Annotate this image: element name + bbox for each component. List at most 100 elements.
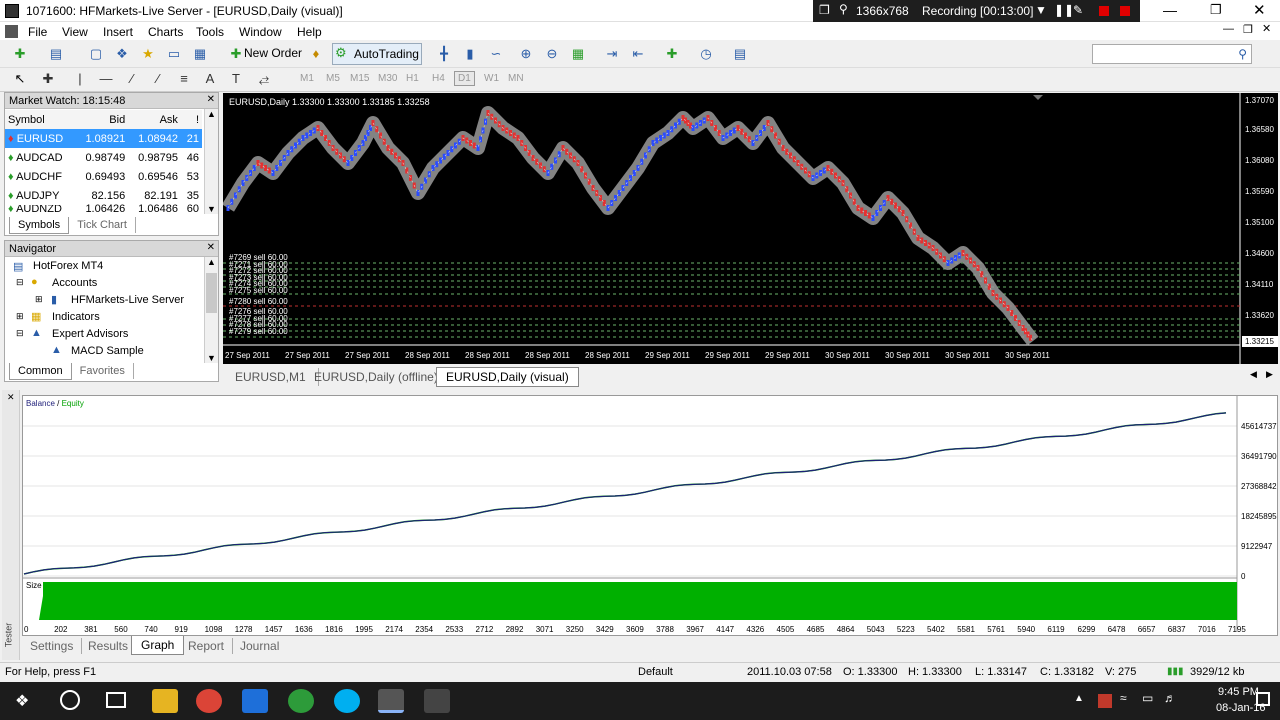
task-view-icon[interactable] [106, 692, 126, 708]
menu-insert[interactable]: Insert [103, 23, 133, 39]
skype-icon[interactable] [334, 689, 360, 713]
terminal-icon[interactable]: ▭ [164, 44, 184, 64]
menu-help[interactable]: Help [297, 23, 322, 39]
navigator-scrollbar[interactable]: ▲ ▼ [204, 257, 218, 363]
search-icon[interactable]: ⚲ [1238, 47, 1247, 61]
menu-view[interactable]: View [62, 23, 88, 39]
col-bid[interactable]: Bid [75, 110, 128, 129]
scroll-thumb[interactable] [206, 273, 217, 313]
recorder-pause-icon[interactable]: ❚❚ [1054, 3, 1074, 17]
navigator-icon[interactable]: ★ [138, 44, 158, 64]
metaeditor-icon[interactable]: ♦ [306, 44, 326, 64]
nav-hotforex[interactable]: HotForex MT4 [33, 260, 103, 272]
timeframe-mn[interactable]: MN [508, 73, 524, 84]
tab-favorites[interactable]: Favorites [72, 363, 134, 379]
scroll-down-icon[interactable]: ▼ [207, 353, 216, 363]
zoom-in-icon[interactable]: ⊕ [516, 44, 536, 64]
wifi-icon[interactable]: ≈ [1120, 691, 1127, 705]
timeframe-m15[interactable]: M15 [350, 73, 369, 84]
nav-macd-sample[interactable]: MACD Sample [71, 345, 144, 357]
templates-icon[interactable]: ▤ [730, 44, 750, 64]
data-window-icon[interactable]: ❖ [112, 44, 132, 64]
recorder-search-icon[interactable]: ⚲ [839, 2, 848, 16]
text-icon[interactable]: A [200, 69, 220, 89]
tab-tick-chart[interactable]: Tick Chart [69, 217, 136, 233]
battery-icon[interactable]: ▭ [1142, 691, 1153, 705]
nav-indicators[interactable]: Indicators [52, 311, 100, 323]
volume-icon[interactable]: ♬ [1164, 691, 1176, 705]
text-label-icon[interactable]: T [226, 69, 246, 89]
tray-app-icon[interactable] [1098, 694, 1112, 708]
new-order-icon[interactable]: ✚ [226, 44, 246, 64]
scroll-up-icon[interactable]: ▲ [207, 109, 216, 119]
tab-results[interactable]: Results [80, 638, 138, 654]
tab-eurusd-daily-visual[interactable]: EURUSD,Daily (visual) [436, 367, 579, 387]
recorder-window-icon[interactable]: ❐ [819, 3, 830, 17]
indicators-icon[interactable]: ✚ [662, 44, 682, 64]
recorder-dropdown-icon[interactable]: ▼ [1035, 3, 1047, 17]
col-spread[interactable]: ! [181, 110, 202, 129]
mdi-minimize-button[interactable]: — [1223, 23, 1234, 35]
tester-icon[interactable]: ▦ [190, 44, 210, 64]
maximize-button[interactable]: ❐ [1210, 2, 1222, 18]
autotrading-toggle[interactable]: ⚙ AutoTrading [332, 43, 422, 65]
nav-server[interactable]: HFMarkets-Live Server [71, 294, 184, 306]
profiles-icon[interactable]: ▤ [46, 44, 66, 64]
new-chart-icon[interactable]: ✚ [10, 44, 30, 64]
cortana-icon[interactable] [60, 690, 80, 710]
cursor-icon[interactable]: ↖ [10, 69, 30, 89]
bar-chart-icon[interactable]: ╋ [434, 44, 454, 64]
periods-icon[interactable]: ◷ [696, 44, 716, 64]
tab-graph[interactable]: Graph [131, 636, 185, 655]
tab-scroll-left-icon[interactable]: ◀ [1250, 369, 1257, 380]
recorder-app-icon[interactable] [424, 689, 450, 713]
timeframe-m1[interactable]: M1 [300, 73, 314, 84]
recorder-stop-icon[interactable] [1099, 6, 1109, 16]
crosshair-icon[interactable]: ✚ [38, 69, 58, 89]
vertical-line-icon[interactable]: | [70, 69, 90, 89]
horizontal-line-icon[interactable]: — [96, 69, 116, 89]
timeframe-m5[interactable]: M5 [326, 73, 340, 84]
timeframe-m30[interactable]: M30 [378, 73, 397, 84]
menu-charts[interactable]: Charts [148, 23, 183, 39]
timeframe-w1[interactable]: W1 [484, 73, 499, 84]
menu-window[interactable]: Window [239, 23, 282, 39]
action-center-icon[interactable] [1256, 692, 1270, 706]
autoscroll-icon[interactable]: ⇤ [628, 44, 648, 64]
globe-icon[interactable] [288, 689, 314, 713]
tray-chevron-icon[interactable]: ▲ [1074, 693, 1084, 704]
tab-eurusd-daily-offline[interactable]: EURUSD,Daily (offline) [306, 368, 447, 386]
market-row-audnzd[interactable]: ♦ AUDNZD 1.06426 1.06486 60 [5, 204, 202, 215]
teamviewer-icon[interactable] [242, 689, 268, 713]
tab-journal[interactable]: Journal [232, 638, 287, 654]
nav-accounts[interactable]: Accounts [52, 277, 97, 289]
tab-eurusd-m1[interactable]: EURUSD,M1 [223, 368, 319, 386]
collapse-icon[interactable]: ⊟ [16, 328, 24, 339]
expand-icon[interactable]: ⊞ [35, 294, 43, 305]
nav-expert-advisors[interactable]: Expert Advisors [52, 328, 128, 340]
market-row-audchf[interactable]: ♦ AUDCHF 0.69493 0.69546 53 [5, 167, 202, 186]
timeframe-h4[interactable]: H4 [432, 73, 445, 84]
market-row-eurusd[interactable]: ♦ EURUSD 1.08921 1.08942 21 [5, 129, 202, 148]
zoom-out-icon[interactable]: ⊖ [542, 44, 562, 64]
market-watch-scrollbar[interactable]: ▲ ▼ [204, 109, 218, 214]
market-row-audcad[interactable]: ♦ AUDCAD 0.98749 0.98795 46 [5, 148, 202, 167]
recorder-record-icon[interactable] [1120, 6, 1130, 16]
arrows-icon[interactable]: ⥄ [254, 69, 274, 89]
line-chart-icon[interactable]: ∽ [486, 44, 506, 64]
tab-scroll-right-icon[interactable]: ▶ [1266, 369, 1273, 380]
trendline-icon[interactable]: ∕ [122, 69, 142, 89]
market-watch-icon[interactable]: ▢ [86, 44, 106, 64]
menu-file[interactable]: File [28, 23, 47, 39]
metatrader-icon[interactable] [378, 689, 404, 713]
minimize-button[interactable]: — [1163, 2, 1177, 18]
tab-settings[interactable]: Settings [22, 638, 83, 654]
mdi-restore-button[interactable]: ❐ [1243, 23, 1253, 36]
scroll-down-icon[interactable]: ▼ [207, 204, 216, 214]
col-ask[interactable]: Ask [128, 110, 181, 129]
mdi-close-button[interactable]: ✕ [1262, 22, 1271, 35]
collapse-icon[interactable]: ⊟ [16, 277, 24, 288]
search-input[interactable]: ⚲ [1092, 44, 1252, 64]
col-symbol[interactable]: Symbol [5, 110, 75, 129]
channel-icon[interactable]: ⁄ [148, 69, 168, 89]
